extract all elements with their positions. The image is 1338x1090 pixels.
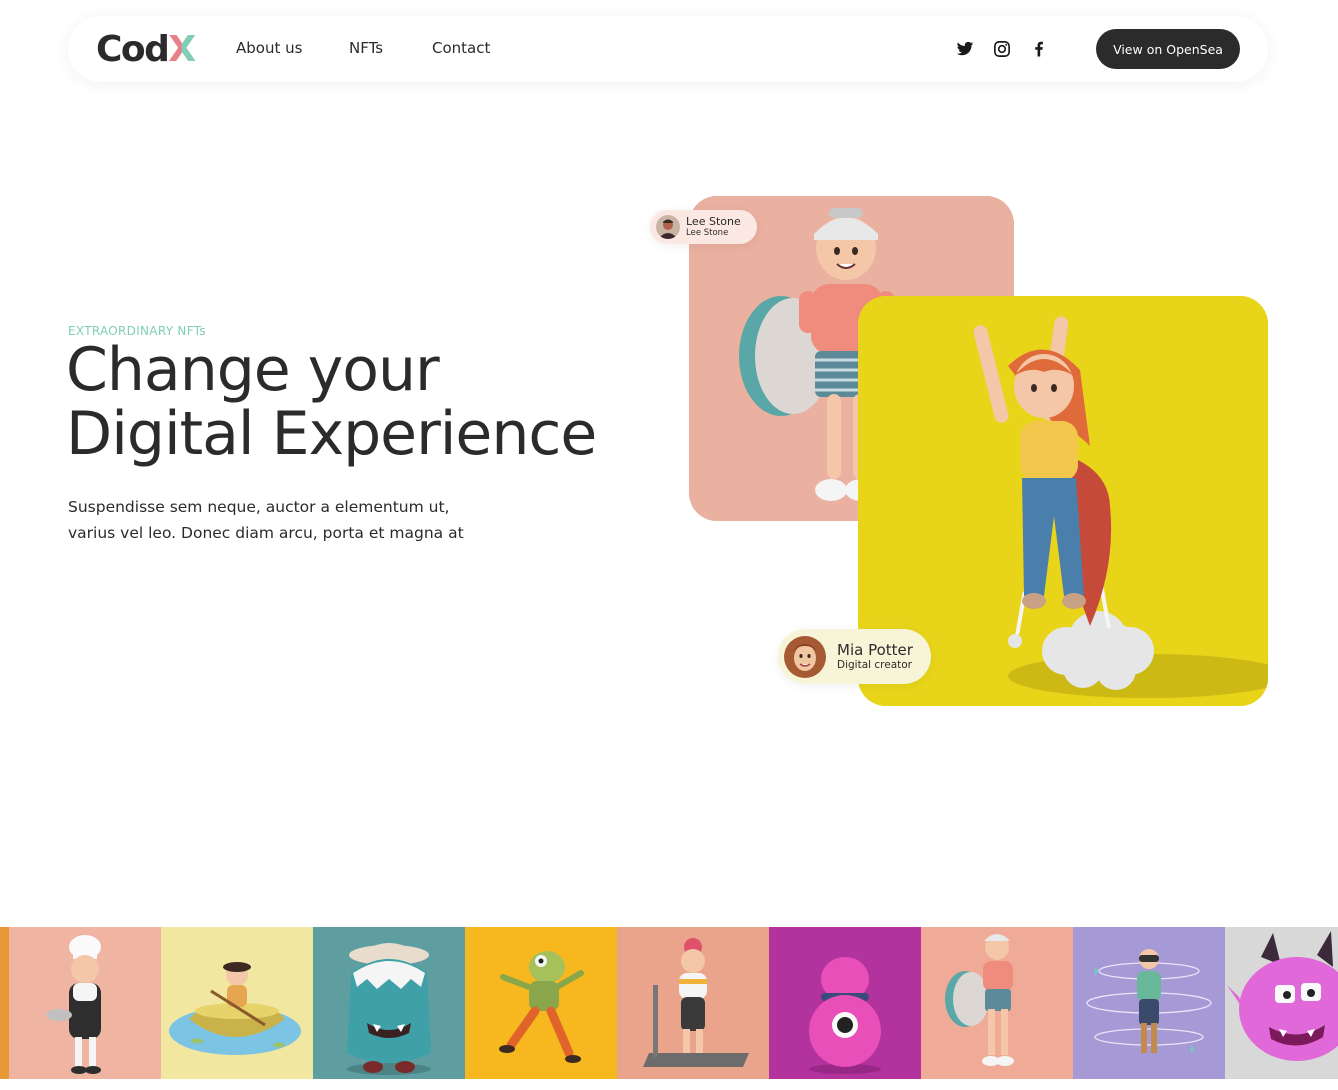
hero-title: Change your Digital Experience [66, 335, 597, 469]
gallery-tile-rowboat[interactable] [161, 927, 313, 1079]
hero-title-line2: Digital Experience [66, 399, 597, 469]
gallery-tile-frog-runner[interactable] [465, 927, 617, 1079]
creator-badge-mia[interactable]: Mia Potter Digital creator [778, 629, 931, 684]
avatar [656, 215, 680, 239]
codx-logo[interactable]: CodX [96, 29, 196, 70]
nft-gallery-strip [0, 927, 1338, 1079]
gallery-tile-vr-rings[interactable] [1073, 927, 1225, 1079]
view-on-opensea-button[interactable]: View on OpenSea [1096, 29, 1240, 69]
hero-description: Suspendisse sem neque, auctor a elementu… [68, 498, 464, 542]
logo-accent: X [168, 29, 196, 70]
gallery-tile-treadmill[interactable] [617, 927, 769, 1079]
creator-role: Digital creator [837, 658, 913, 671]
logo-text: Cod [96, 29, 170, 70]
twitter-icon[interactable] [956, 40, 974, 58]
instagram-icon[interactable] [993, 40, 1011, 58]
badge-text: Mia Potter Digital creator [837, 640, 913, 672]
facebook-icon[interactable] [1030, 40, 1048, 58]
hero-title-line1: Change your [66, 335, 440, 405]
nav-link-about[interactable]: About us [236, 39, 302, 57]
creator-badge-lee[interactable]: Lee Stone Lee Stone [650, 210, 757, 244]
gallery-tile-surfer[interactable] [921, 927, 1073, 1079]
creator-name: Mia Potter [837, 640, 913, 659]
creator-role: Lee Stone [686, 228, 729, 238]
gallery-tile-partial [0, 927, 9, 1079]
nav-link-nfts[interactable]: NFTs [349, 39, 383, 57]
creator-name: Lee Stone [686, 215, 741, 228]
gallery-tile-chef[interactable] [9, 927, 161, 1079]
nav-link-contact[interactable]: Contact [432, 39, 490, 57]
gallery-tile-pink-devil[interactable] [1225, 927, 1338, 1079]
top-navigation: CodX About us NFTs Contact View on OpenS… [68, 16, 1268, 82]
gallery-tile-blue-monster[interactable] [313, 927, 465, 1079]
gallery-tile-pink-cyclops[interactable] [769, 927, 921, 1079]
avatar [784, 635, 826, 678]
badge-text: Lee Stone Lee Stone [686, 215, 741, 239]
